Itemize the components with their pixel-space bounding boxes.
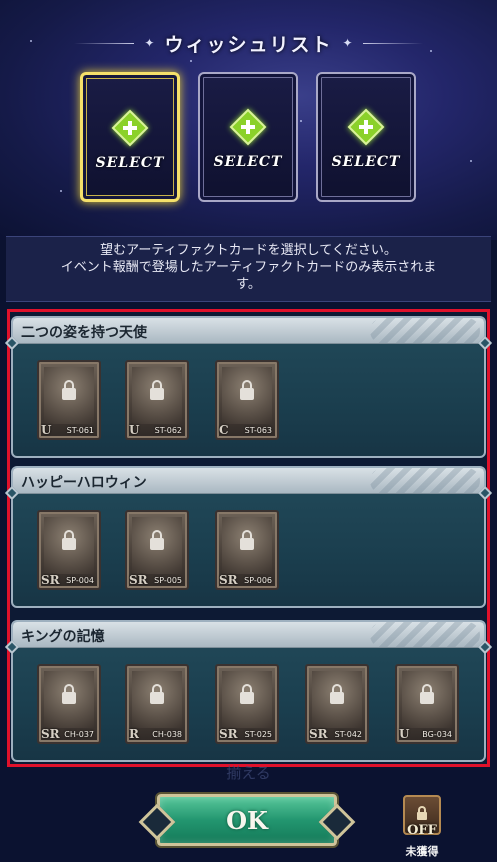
card-rarity: U: [129, 423, 140, 437]
card-code: ST-042: [334, 730, 362, 739]
card-rarity: U: [41, 423, 52, 437]
artifact-card[interactable]: R CH-038: [125, 664, 189, 744]
title-divider-right: [362, 42, 423, 44]
lock-icon: [150, 684, 164, 704]
instructions-line: 望むアーティファクトカードを選択してください。: [100, 243, 397, 258]
ok-label: OK: [226, 805, 268, 835]
card-rarity: SR: [129, 573, 148, 587]
artifact-card[interactable]: C ST-063: [215, 360, 279, 440]
instructions-box: 望むアーティファクトカードを選択してください。 イベント報酬で登場したアーティフ…: [6, 236, 491, 302]
sparkle-icon: ✦: [342, 36, 353, 50]
artifact-card[interactable]: SR SP-005: [125, 510, 189, 590]
card-code: CH-038: [152, 730, 182, 739]
group-header: キングの記憶: [13, 622, 484, 648]
star-decoration: [470, 160, 472, 162]
group-header: ハッピーハロウィン: [13, 468, 484, 494]
card-group: キングの記憶 SR CH-037 R CH-038 SR ST-025 SR S…: [4, 620, 493, 762]
group-header: 二つの姿を持つ天使: [13, 318, 484, 344]
card-rarity: SR: [309, 727, 328, 741]
card-code: SP-004: [66, 576, 94, 585]
instructions-line: イベント報酬で登場したアーティファクトカードのみ表示されま: [60, 260, 437, 275]
lock-icon: [240, 684, 254, 704]
wishlist-slot-3[interactable]: SELECT: [316, 72, 416, 202]
card-rarity: SR: [219, 573, 238, 587]
title-divider-left: [74, 42, 135, 44]
header-ornament: [370, 622, 480, 647]
lock-icon: [240, 380, 254, 400]
card-code: ST-062: [154, 426, 182, 435]
ok-button[interactable]: OK: [157, 794, 337, 846]
artifact-card[interactable]: SR SP-004: [37, 510, 101, 590]
group-title: キングの記憶: [21, 629, 105, 645]
header-ornament: [370, 468, 480, 493]
select-label: SELECT: [213, 154, 283, 170]
card-code: SP-006: [244, 576, 272, 585]
artifact-card[interactable]: U ST-061: [37, 360, 101, 440]
filter-caption: 未獲得: [405, 845, 439, 858]
partial-background-text: 揃える: [226, 764, 271, 782]
star-decoration: [190, 60, 192, 62]
lock-icon: [62, 530, 76, 550]
lock-icon: [330, 684, 344, 704]
star-decoration: [60, 190, 62, 192]
lock-icon: [62, 684, 76, 704]
artifact-card[interactable]: U BG-034: [395, 664, 459, 744]
artifact-card[interactable]: SR SP-006: [215, 510, 279, 590]
filter-state: OFF: [407, 823, 437, 838]
card-group: ハッピーハロウィン SR SP-004 SR SP-005 SR SP-006: [4, 466, 493, 608]
artifact-card[interactable]: SR ST-025: [215, 664, 279, 744]
card-rarity: SR: [41, 573, 60, 587]
page-title-row: ✦ ウィッシュリスト ✦: [0, 28, 497, 58]
artifact-card[interactable]: U ST-062: [125, 360, 189, 440]
plus-icon: [229, 108, 267, 146]
unobtained-filter-toggle[interactable]: OFF 未獲得: [397, 795, 447, 859]
lock-icon: [420, 684, 434, 704]
select-label: SELECT: [95, 155, 165, 171]
group-title: ハッピーハロウィン: [21, 475, 147, 491]
group-title: 二つの姿を持つ天使: [21, 325, 147, 341]
card-code: ST-025: [244, 730, 272, 739]
card-rarity: R: [129, 727, 139, 741]
card-rarity: C: [219, 423, 229, 437]
lock-icon: [150, 530, 164, 550]
card-group: 二つの姿を持つ天使 U ST-061 U ST-062 C ST-063: [4, 316, 493, 458]
card-code: ST-061: [66, 426, 94, 435]
page-title: ウィッシュリスト: [164, 33, 333, 56]
lock-icon: [62, 380, 76, 400]
plus-icon: [111, 109, 149, 147]
select-label: SELECT: [331, 154, 401, 170]
card-code: BG-034: [422, 730, 452, 739]
card-code: CH-037: [64, 730, 94, 739]
artifact-card[interactable]: SR CH-037: [37, 664, 101, 744]
card-code: SP-005: [154, 576, 182, 585]
instructions-line: す。: [236, 277, 261, 292]
lock-icon: [150, 380, 164, 400]
card-rarity: SR: [219, 727, 238, 741]
sparkle-icon: ✦: [144, 36, 155, 50]
card-rarity: U: [399, 727, 410, 741]
wishlist-slot-1[interactable]: SELECT: [80, 72, 180, 202]
card-code: ST-063: [244, 426, 272, 435]
card-rarity: SR: [41, 727, 60, 741]
plus-icon: [347, 108, 385, 146]
artifact-card[interactable]: SR ST-042: [305, 664, 369, 744]
lock-icon: [417, 806, 427, 820]
star-decoration: [300, 120, 302, 122]
lock-icon: [240, 530, 254, 550]
header-ornament: [370, 318, 480, 343]
wishlist-slot-2[interactable]: SELECT: [198, 72, 298, 202]
